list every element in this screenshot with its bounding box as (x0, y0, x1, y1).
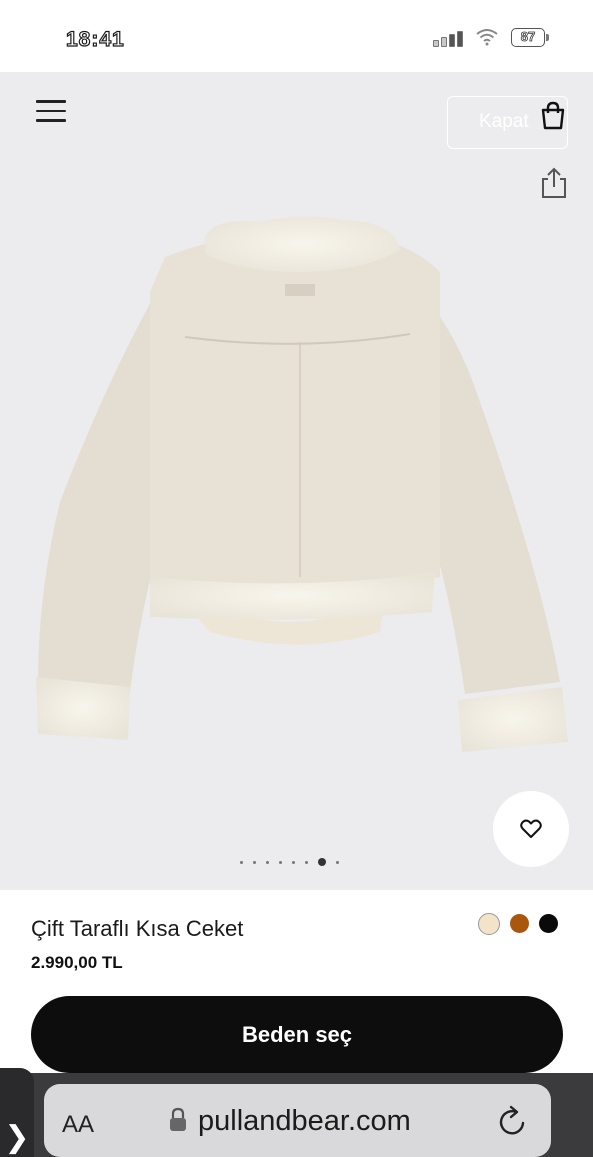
menu-icon-bar (36, 100, 66, 103)
gallery-pagination (240, 858, 339, 866)
product-image[interactable] (0, 72, 593, 890)
battery-indicator: 87 (511, 28, 549, 47)
status-time: 18:41 (65, 27, 125, 51)
menu-icon-bar (36, 119, 66, 122)
color-swatches (478, 912, 558, 935)
product-price: 2.990,00 TL (31, 953, 123, 972)
url-text: pullandbear.com (198, 1105, 411, 1137)
pagination-dot[interactable] (253, 860, 256, 864)
jacket-image (36, 216, 568, 752)
pagination-dot[interactable] (240, 860, 243, 864)
color-swatch-brown[interactable] (510, 914, 529, 933)
wishlist-button[interactable] (493, 791, 569, 867)
pagination-dot[interactable] (336, 860, 339, 864)
pagination-dot-active[interactable] (318, 858, 326, 866)
menu-icon-bar (36, 109, 66, 112)
reload-icon[interactable] (497, 1104, 529, 1138)
chevron-right-icon[interactable]: ❯ (0, 1068, 34, 1157)
product-name: Çift Taraflı Kısa Ceket (31, 916, 244, 941)
heart-icon (520, 819, 542, 838)
shopping-bag-icon[interactable] (538, 101, 568, 131)
status-bar: 18:41 87 (0, 0, 593, 72)
pagination-dot[interactable] (279, 860, 282, 864)
color-swatch-cream[interactable] (478, 912, 500, 935)
reader-settings-button[interactable]: AA (62, 1111, 94, 1139)
aa-label: AA (62, 1111, 95, 1138)
menu-button[interactable] (36, 100, 66, 124)
lock-icon (170, 1107, 186, 1131)
share-icon[interactable] (539, 167, 569, 199)
color-swatch-black[interactable] (539, 914, 558, 933)
pagination-dot[interactable] (266, 860, 269, 864)
pagination-dot[interactable] (292, 860, 295, 864)
select-size-button[interactable]: Beden seç (31, 996, 563, 1073)
wifi-icon (476, 29, 498, 46)
cellular-signal-icon (433, 31, 463, 47)
pagination-dot[interactable] (305, 860, 308, 864)
